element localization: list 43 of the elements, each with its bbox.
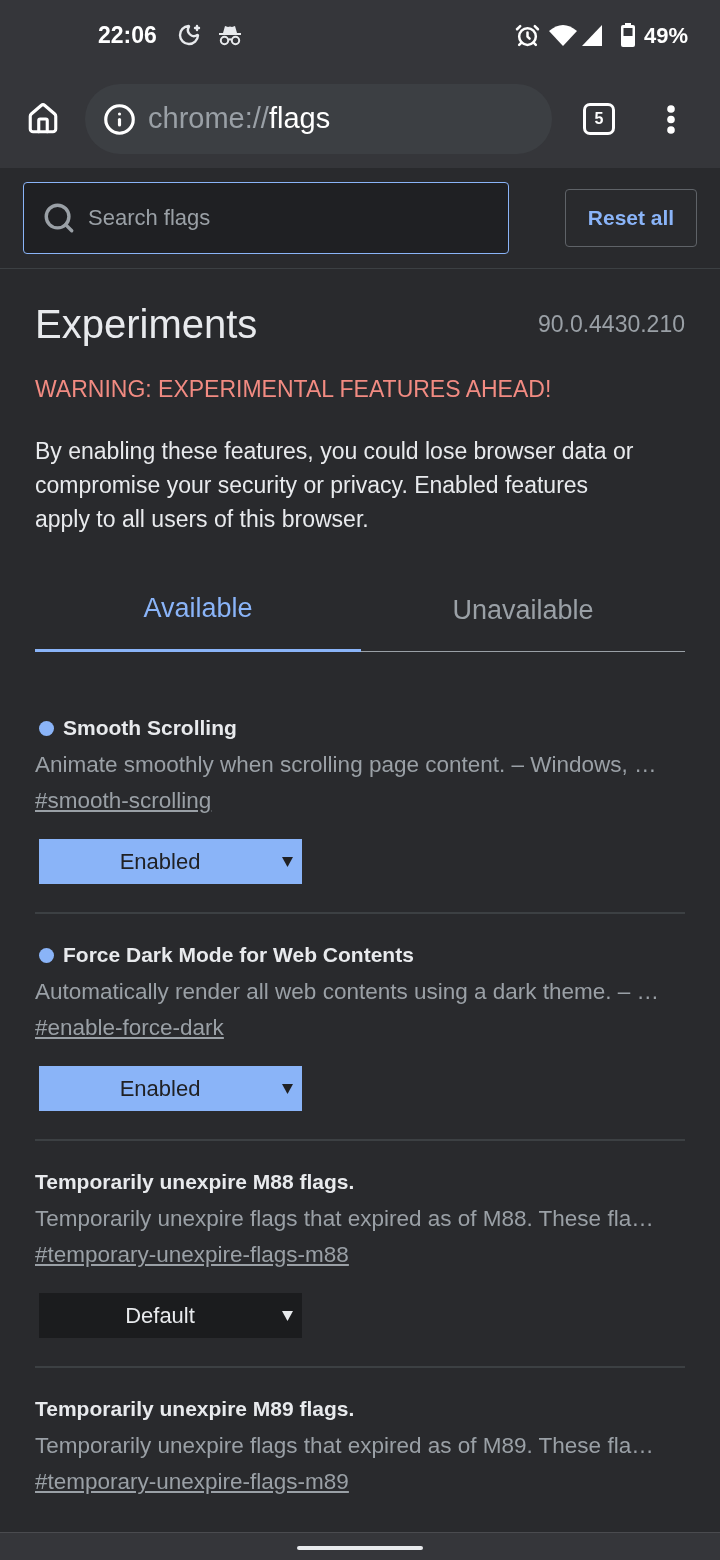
search-icon xyxy=(42,201,76,235)
caret-icon xyxy=(282,1083,293,1094)
flag-link[interactable]: #temporary-unexpire-flags-m89 xyxy=(35,1468,349,1496)
caret-icon xyxy=(282,1310,293,1321)
info-icon[interactable] xyxy=(103,102,136,136)
battery-percentage: 49% xyxy=(643,21,688,50)
flag-description: Temporarily unexpire flags that expired as of M88. These fla… xyxy=(35,1205,655,1233)
flag-description: Automatically render all web contents using a dark theme. – … xyxy=(35,978,661,1006)
flag-dropdown[interactable]: Default xyxy=(39,1293,302,1338)
wifi-icon xyxy=(548,24,577,46)
flag-title: Temporarily unexpire M88 flags. xyxy=(35,1169,355,1196)
reset-all-button[interactable]: Reset all xyxy=(565,189,697,247)
url-scheme: chrome:// xyxy=(148,101,269,137)
url-host: flags xyxy=(268,101,331,137)
signal-icon xyxy=(581,24,602,46)
status-time: 22:06 xyxy=(98,20,157,50)
warning-text: WARNING: EXPERIMENTAL FEATURES AHEAD! xyxy=(35,375,553,403)
do-not-disturb-icon xyxy=(176,23,201,47)
flag-title: Smooth Scrolling xyxy=(63,715,237,742)
more-options-icon[interactable] xyxy=(667,104,675,134)
tab[interactable]: Available xyxy=(35,580,361,652)
address-bar[interactable]: chrome://flags xyxy=(85,84,552,154)
incognito-icon xyxy=(217,24,242,46)
tab-switcher-button[interactable]: 5 xyxy=(583,103,615,135)
gesture-handle-icon[interactable] xyxy=(297,1546,423,1550)
flag-description: Temporarily unexpire flags that expired as of M89. These fla… xyxy=(35,1432,655,1460)
caret-icon xyxy=(282,856,293,867)
search-field[interactable]: Search flags xyxy=(23,182,509,254)
home-icon[interactable] xyxy=(26,102,60,136)
flag-link[interactable]: #temporary-unexpire-flags-m88 xyxy=(35,1241,349,1269)
flag-description: Animate smoothly when scrolling page content. – Windows, … xyxy=(35,751,658,779)
flag-link[interactable]: #smooth-scrolling xyxy=(35,787,212,815)
flag-title: Force Dark Mode for Web Contents xyxy=(63,942,414,969)
version-number: 90.0.4430.210 xyxy=(537,309,685,339)
page-title: Experiments xyxy=(35,301,258,347)
flag-title: Temporarily unexpire M89 flags. xyxy=(35,1396,355,1423)
warning-description: By enabling these features, you could lose browser data or compromise your security or privacy. Enabled features apply to all users of this browser. xyxy=(35,437,635,534)
flag-dropdown[interactable]: Enabled xyxy=(39,1066,302,1111)
alarm-icon xyxy=(514,22,540,48)
battery-icon xyxy=(620,23,635,47)
flag-link[interactable]: #enable-force-dark xyxy=(35,1014,224,1042)
tab[interactable]: Unavailable xyxy=(361,580,685,652)
flag-dropdown[interactable]: Enabled xyxy=(39,839,302,884)
